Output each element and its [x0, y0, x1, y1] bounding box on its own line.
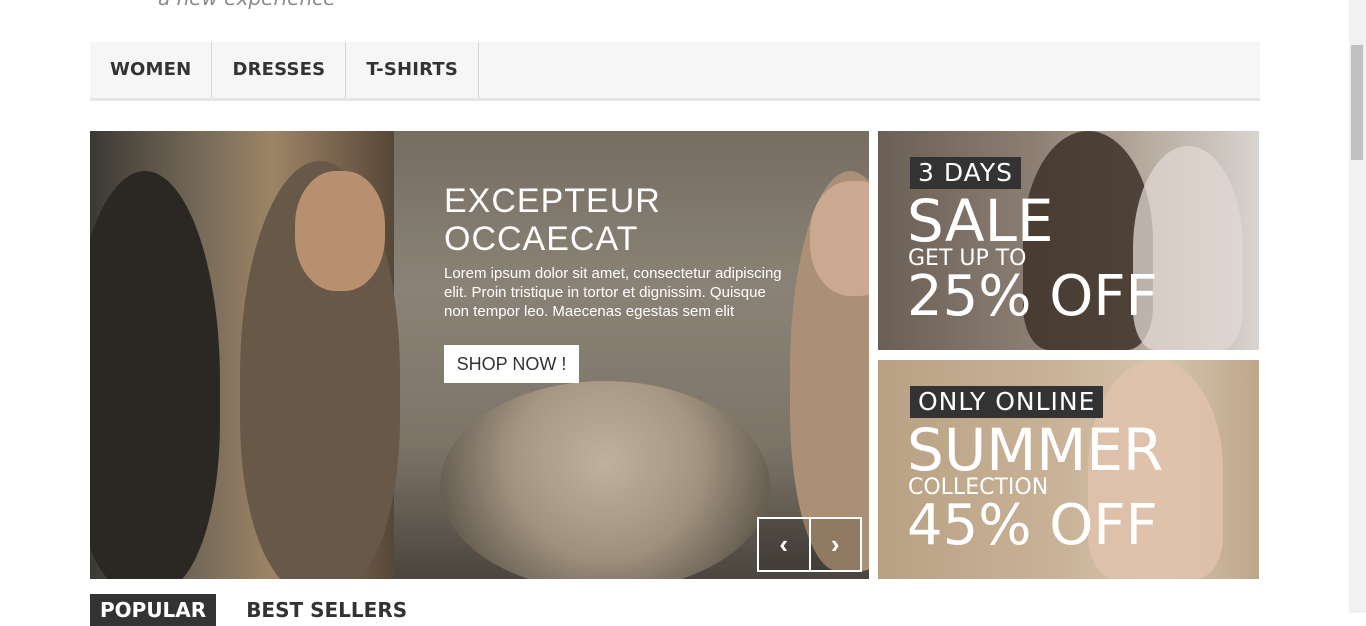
- nav-item-dresses[interactable]: DRESSES: [212, 42, 347, 98]
- tab-best-sellers[interactable]: BEST SELLERS: [236, 594, 417, 626]
- chevron-right-icon[interactable]: ›: [810, 519, 860, 570]
- chevron-left-icon[interactable]: ‹: [759, 519, 811, 570]
- hero-slider[interactable]: EXCEPTEUR OCCAECAT Lorem ipsum dolor sit…: [90, 131, 869, 579]
- promo-offer: 45% OFF: [907, 493, 1158, 558]
- promo-banner-summer[interactable]: ONLY ONLINE SUMMER COLLECTION 45% OFF: [878, 360, 1259, 579]
- slide-description: Lorem ipsum dolor sit amet, consectetur …: [444, 265, 782, 320]
- tab-popular[interactable]: POPULAR: [90, 594, 217, 626]
- promo-banner-sale[interactable]: 3 DAYS SALE GET UP TO 25% OFF: [878, 131, 1259, 350]
- shop-now-button[interactable]: SHOP NOW !: [444, 345, 579, 383]
- main-navigation: WOMEN DRESSES T-SHIRTS: [90, 42, 1260, 101]
- slider-controls: ‹ ›: [757, 517, 862, 572]
- promo-badge: ONLY ONLINE: [910, 386, 1104, 418]
- nav-item-women[interactable]: WOMEN: [90, 42, 213, 98]
- promo-headline: SUMMER: [907, 416, 1164, 484]
- promo-headline: SALE: [907, 187, 1054, 255]
- promo-badge: 3 DAYS: [910, 157, 1021, 189]
- vertical-scrollbar[interactable]: [1349, 0, 1366, 613]
- nav-item-tshirts[interactable]: T-SHIRTS: [346, 42, 480, 98]
- slide-title: EXCEPTEUR OCCAECAT: [444, 182, 661, 258]
- scrollbar-thumb[interactable]: [1351, 45, 1363, 160]
- site-tagline: a new experience: [158, 0, 336, 10]
- product-tabs: POPULAR BEST SELLERS: [90, 594, 417, 626]
- promo-offer: 25% OFF: [907, 264, 1158, 329]
